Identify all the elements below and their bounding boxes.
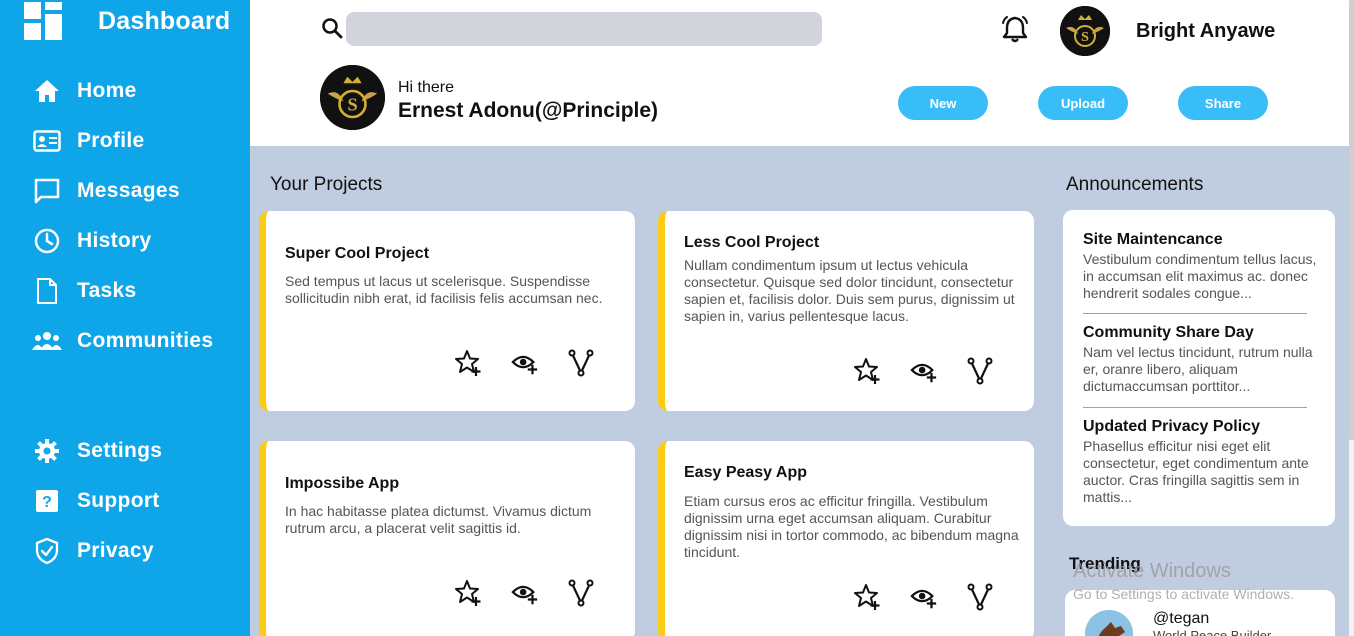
- project-title: Less Cool Project: [684, 234, 820, 251]
- trending-subtitle: World Peace Builder: [1153, 628, 1272, 636]
- sidebar-item-profile[interactable]: Profile: [32, 126, 144, 156]
- sidebar-item-label: Settings: [77, 439, 163, 462]
- sidebar-item-settings[interactable]: Settings: [32, 436, 162, 466]
- watch-add-icon[interactable]: [910, 357, 938, 385]
- trending-handle: @tegan: [1153, 610, 1210, 627]
- project-card[interactable]: Less Cool Project Nullam condimentum ips…: [658, 211, 1034, 411]
- sidebar-item-messages[interactable]: Messages: [32, 176, 180, 206]
- help-icon: ?: [32, 486, 62, 516]
- star-add-icon[interactable]: [854, 583, 882, 611]
- star-add-icon[interactable]: [854, 357, 882, 385]
- sidebar-item-label: Home: [77, 79, 137, 102]
- id-card-icon: [32, 126, 62, 156]
- project-description: Etiam cursus eros ac efficitur fringilla…: [684, 493, 1019, 560]
- trending-avatar: [1085, 610, 1133, 636]
- svg-text:?: ?: [42, 494, 52, 511]
- sidebar-item-support[interactable]: ? Support: [32, 486, 160, 516]
- sidebar-item-privacy[interactable]: Privacy: [32, 536, 154, 566]
- sidebar-item-label: Profile: [77, 129, 145, 152]
- activation-watermark-subtitle: Go to Settings to activate Windows.: [1073, 586, 1294, 602]
- sidebar-item-home[interactable]: Home: [32, 76, 137, 106]
- projects-title: Your Projects: [270, 174, 383, 195]
- user-avatar[interactable]: S: [1060, 6, 1110, 56]
- crest-logo-icon: S: [320, 65, 385, 130]
- project-description: Nullam condimentum ipsum ut lectus vehic…: [684, 257, 1015, 324]
- sidebar-item-label: History: [77, 229, 152, 252]
- star-add-icon[interactable]: [455, 349, 483, 377]
- project-title: Impossibe App: [285, 475, 400, 492]
- document-icon: [32, 276, 62, 306]
- user-name[interactable]: Bright Anyawe: [1136, 20, 1275, 43]
- announcements-title: Announcements: [1066, 174, 1204, 195]
- announcement-body: Phasellus efficitur nisi eget elit conse…: [1083, 438, 1309, 505]
- sidebar-item-label: Communities: [77, 329, 214, 352]
- project-actions: [455, 349, 623, 377]
- project-actions: [455, 579, 623, 607]
- sidebar-item-label: Support: [77, 489, 160, 512]
- star-add-icon[interactable]: [455, 579, 483, 607]
- project-card[interactable]: Impossibe App In hac habitasse platea di…: [259, 441, 635, 636]
- clock-icon: [32, 226, 62, 256]
- announcement-item[interactable]: Updated Privacy Policy Phasellus efficit…: [1083, 418, 1323, 506]
- scrollbar[interactable]: [1349, 0, 1354, 636]
- announcement-item[interactable]: Site Maintencance Vestibulum condimentum…: [1083, 231, 1323, 302]
- sidebar-item-label: Tasks: [77, 279, 137, 302]
- horse-image-icon: [1085, 610, 1133, 636]
- greeting-text: Hi there: [398, 79, 455, 96]
- activation-watermark: Activate Windows: [1073, 560, 1231, 582]
- project-actions: [854, 357, 1022, 385]
- announcement-title: Updated Privacy Policy: [1083, 418, 1260, 435]
- profile-avatar[interactable]: S: [320, 65, 385, 130]
- brand[interactable]: Dashboard: [24, 2, 230, 40]
- notification-bell-icon[interactable]: [1000, 14, 1030, 44]
- announcement-title: Community Share Day: [1083, 324, 1254, 341]
- project-description: Sed tempus ut lacus ut scelerisque. Susp…: [285, 273, 603, 306]
- sidebar-item-label: Privacy: [77, 539, 154, 562]
- sidebar-item-label: Messages: [77, 179, 180, 202]
- chat-icon: [32, 176, 62, 206]
- announcement-item[interactable]: Community Share Day Nam vel lectus tinci…: [1083, 324, 1323, 395]
- announcements-card: Site Maintencance Vestibulum condimentum…: [1063, 210, 1335, 526]
- project-card[interactable]: Super Cool Project Sed tempus ut lacus u…: [259, 211, 635, 411]
- sidebar-item-communities[interactable]: Communities: [32, 326, 213, 356]
- scrollbar-thumb[interactable]: [1349, 0, 1354, 440]
- fork-icon[interactable]: [567, 349, 595, 377]
- shield-icon: [32, 536, 62, 566]
- search-input[interactable]: [346, 12, 822, 46]
- watch-add-icon[interactable]: [511, 349, 539, 377]
- svg-text:S: S: [347, 95, 357, 115]
- sidebar-item-tasks[interactable]: Tasks: [32, 276, 137, 306]
- share-button[interactable]: Share: [1178, 86, 1268, 120]
- search-icon[interactable]: [320, 16, 344, 40]
- announcement-body: Vestibulum condimentum tellus lacus, in …: [1083, 251, 1317, 301]
- home-icon: [32, 76, 62, 106]
- watch-add-icon[interactable]: [910, 583, 938, 611]
- announcement-body: Nam vel lectus tincidunt, rutrum nulla e…: [1083, 344, 1313, 394]
- group-icon: [32, 326, 62, 356]
- upload-button[interactable]: Upload: [1038, 86, 1128, 120]
- announcement-title: Site Maintencance: [1083, 231, 1223, 248]
- fork-icon[interactable]: [567, 579, 595, 607]
- crest-logo-icon: S: [1060, 6, 1110, 56]
- project-description: In hac habitasse platea dictumst. Vivamu…: [285, 503, 592, 536]
- sidebar-item-history[interactable]: History: [32, 226, 151, 256]
- announcement-divider: [1083, 407, 1307, 408]
- new-button[interactable]: New: [898, 86, 988, 120]
- announcement-divider: [1083, 313, 1307, 314]
- display-name: Ernest Adonu(@Principle): [398, 99, 659, 122]
- watch-add-icon[interactable]: [511, 579, 539, 607]
- gear-icon: [32, 436, 62, 466]
- fork-icon[interactable]: [966, 357, 994, 385]
- project-title: Super Cool Project: [285, 245, 430, 262]
- fork-icon[interactable]: [966, 583, 994, 611]
- dashboard-logo-icon: [24, 2, 62, 40]
- svg-text:S: S: [1081, 30, 1089, 45]
- project-card[interactable]: Easy Peasy App Etiam cursus eros ac effi…: [658, 441, 1034, 636]
- project-actions: [854, 583, 1022, 611]
- brand-title: Dashboard: [98, 6, 231, 35]
- sidebar: Dashboard Home Profile Messages History …: [0, 0, 250, 636]
- project-title: Easy Peasy App: [684, 464, 808, 481]
